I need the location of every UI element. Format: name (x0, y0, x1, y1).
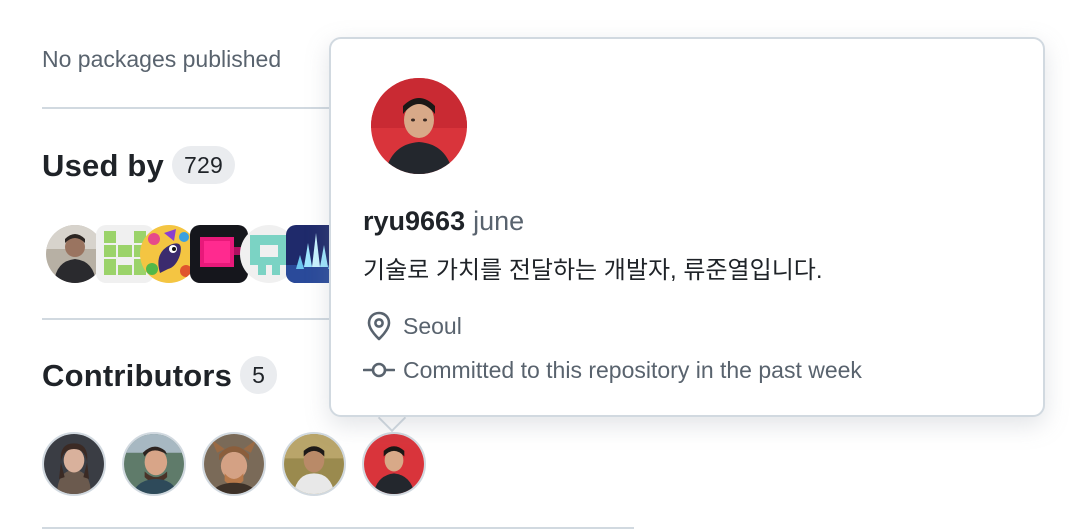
hovercard-commit-text: Committed to this repository in the past… (403, 357, 862, 383)
contributor-avatar-3[interactable] (202, 432, 266, 496)
hovercard-avatar[interactable] (371, 78, 467, 174)
contributor-avatar-2[interactable] (122, 432, 186, 496)
hovercard-location-text: Seoul (403, 313, 462, 339)
clipped-section-heading (42, 0, 162, 2)
contributors-title[interactable]: Contributors (42, 358, 232, 393)
contributor-avatar-4[interactable] (282, 432, 346, 496)
section-divider (42, 527, 634, 529)
git-commit-icon (363, 355, 395, 385)
used-by-title[interactable]: Used by (42, 148, 164, 183)
contributor-avatar-1[interactable] (42, 432, 106, 496)
hovercard-location: Seoul (363, 311, 462, 341)
used-by-count: 729 (172, 145, 235, 184)
contributors-count: 5 (240, 355, 278, 394)
hovercard-bio: 기술로 가치를 전달하는 개발자, 류준열입니다. (363, 257, 823, 284)
hovercard-full-name[interactable]: june (473, 206, 524, 236)
user-hovercard: ryu9663 june 기술로 가치를 전달하는 개발자, 류준열입니다. Se… (329, 37, 1045, 417)
contributor-avatar-5[interactable] (362, 432, 426, 496)
used-by-avatars (44, 225, 344, 285)
packages-empty-text: No packages published (42, 46, 282, 72)
used-by-heading[interactable]: Used by 729 (42, 145, 235, 187)
location-pin-icon (363, 311, 395, 341)
hovercard-name-line: ryu9663 june (363, 205, 524, 237)
hovercard-login[interactable]: ryu9663 (363, 206, 465, 236)
hovercard-commit-note: Committed to this repository in the past… (363, 355, 862, 385)
contributors-heading[interactable]: Contributors 5 (42, 355, 278, 397)
